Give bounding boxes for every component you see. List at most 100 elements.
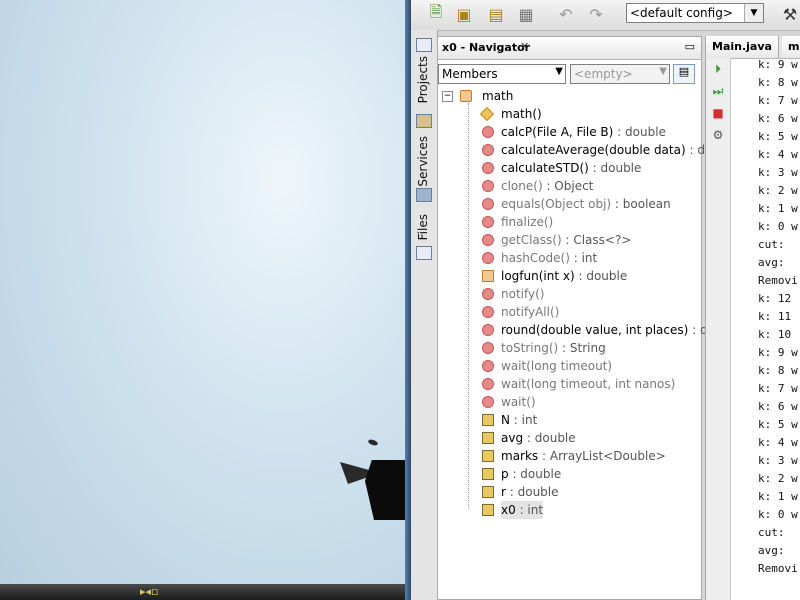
rerun-icon[interactable]: ⏵ [710,62,726,78]
tree-member[interactable]: avg : double [438,429,701,447]
filter-options-icon[interactable]: ▤ [673,64,695,84]
chevron-down-icon[interactable]: ▼ [555,66,563,77]
undo-icon[interactable]: ↶ [555,3,577,25]
tree-member[interactable]: finalize() [438,213,701,231]
chevron-down-icon[interactable]: ▼ [744,4,763,22]
output-panel: Main.java ma ⏵ ⏭ ■ ⚙ k: 9 wk: 8 wk: 7 wk… [705,36,800,600]
minimize-icon[interactable]: ▭ [685,40,695,53]
taskbar-handle-icon[interactable]: ▸◂▫ [140,586,180,598]
member-label: x0 : int [501,501,544,519]
projects-icon [416,114,432,128]
tree-member[interactable]: wait(long timeout) [438,357,701,375]
method-icon [482,252,494,264]
members-select[interactable]: Members ▼ [438,64,566,84]
member-label: marks : ArrayList<Double> [501,447,666,465]
tree-member[interactable]: hashCode() : int [438,249,701,267]
settings-icon[interactable]: ⚙ [710,128,726,144]
field-icon [482,414,494,426]
member-label: wait(long timeout, int nanos) [501,375,675,393]
console-line: k: 3 w [758,454,798,467]
tree-member[interactable]: toString() : String [438,339,701,357]
hammer-icon[interactable]: ⚒ [779,3,800,25]
tree-member[interactable]: calcP(File A, File B) : double [438,123,701,141]
member-type: : double [508,467,562,481]
tree-member[interactable]: wait() [438,393,701,411]
tree-member[interactable]: calculateSTD() : double [438,159,701,177]
tree-member[interactable]: r : double [438,483,701,501]
empty-select[interactable]: <empty> ▼ [570,64,670,84]
member-name: round [501,323,536,337]
tab-services[interactable]: Services [413,134,435,206]
redo-icon[interactable]: ↷ [585,3,607,25]
field-icon [482,504,494,516]
console-line: k: 1 w [758,202,798,215]
tree-member[interactable]: equals(Object obj) : boolean [438,195,701,213]
member-params: (int x) [538,269,575,283]
console-line: k: 5 w [758,418,798,431]
tab-projects[interactable]: Projects [413,36,435,136]
member-label: wait(long timeout) [501,357,612,375]
member-label: calcP(File A, File B) : double [501,123,666,141]
services-icon [416,188,432,202]
taskbar[interactable]: ▸◂▫ [0,584,405,600]
tree-member[interactable]: calculateAverage(double data) : do [438,141,712,159]
tree-member[interactable]: round(double value, int places) : do [438,321,715,339]
tree-member[interactable]: marks : ArrayList<Double> [438,447,701,465]
close-icon[interactable]: ✕ [520,40,529,53]
rerun-with-params-icon[interactable]: ⏭ [710,84,726,100]
constructor-icon [479,106,495,122]
field-icon [482,468,494,480]
stop-icon[interactable]: ■ [710,106,726,122]
member-name: calculateSTD() [501,161,589,175]
console-line: k: 0 w [758,220,798,233]
collapse-icon[interactable]: − [442,91,453,102]
config-select[interactable]: <default config> ▼ [626,3,764,23]
save-icon[interactable]: ▦ [515,3,537,25]
tree-member[interactable]: clone() : Object [438,177,701,195]
navigator-header: x0 - Navigator ✕ ▭ [438,37,701,60]
tree-member[interactable]: p : double [438,465,701,483]
open-project-icon[interactable]: ▤ [485,3,507,25]
tree-member[interactable]: getClass() : Class<?> [438,231,701,249]
chevron-down-icon[interactable]: ▼ [659,66,667,77]
member-name: logfun [501,269,539,283]
new-project-icon[interactable]: ▣ [453,3,475,25]
tree-root[interactable]: − math [438,87,701,105]
member-type: : String [558,341,606,355]
method-icon [482,378,494,390]
member-name: p [501,467,509,481]
tab-files[interactable]: Files [413,212,435,262]
member-type: : Class<?> [561,233,632,247]
tab-main-java[interactable]: Main.java [706,36,779,58]
member-type: : double [588,161,642,175]
console-output[interactable]: k: 9 w k: 8 w k: 7 w k: 6 w k: 5 w k: 4 w k: 3… [758,56,798,578]
member-params: (long timeout) [526,359,613,373]
console-line: k: 0 w [758,508,798,521]
class-icon [460,90,472,102]
tree-member[interactable]: math() [438,105,701,123]
tree-member[interactable]: wait(long timeout, int nanos) [438,375,701,393]
member-type: : double [523,431,576,445]
tree-member[interactable]: N : int [438,411,701,429]
console-line: k: 10 [758,328,792,341]
member-params: (File A, File B) [532,125,614,139]
console-line: k: 3 w [758,166,798,179]
tree-member[interactable]: notify() [438,285,701,303]
tree-member[interactable]: notifyAll() [438,303,701,321]
files-icon [416,246,432,260]
desktop-background [0,0,405,600]
console-line: k: 2 w [758,472,798,485]
member-type: : double [574,269,628,283]
console-line: k: 1 w [758,490,798,503]
member-type: : int [509,413,538,427]
tab-output[interactable]: ma [782,36,800,58]
console-line: k: 6 w [758,400,798,413]
tree-member[interactable]: logfun(int x) : double [438,267,701,285]
member-type: : double [613,125,666,139]
restore-icon[interactable] [416,38,432,52]
tree-member[interactable]: x0 : int [438,501,701,519]
member-params: (Object obj) [540,197,612,211]
member-name: wait() [501,395,536,409]
new-file-icon[interactable]: 🗎 [425,2,447,25]
method-icon [482,324,494,336]
